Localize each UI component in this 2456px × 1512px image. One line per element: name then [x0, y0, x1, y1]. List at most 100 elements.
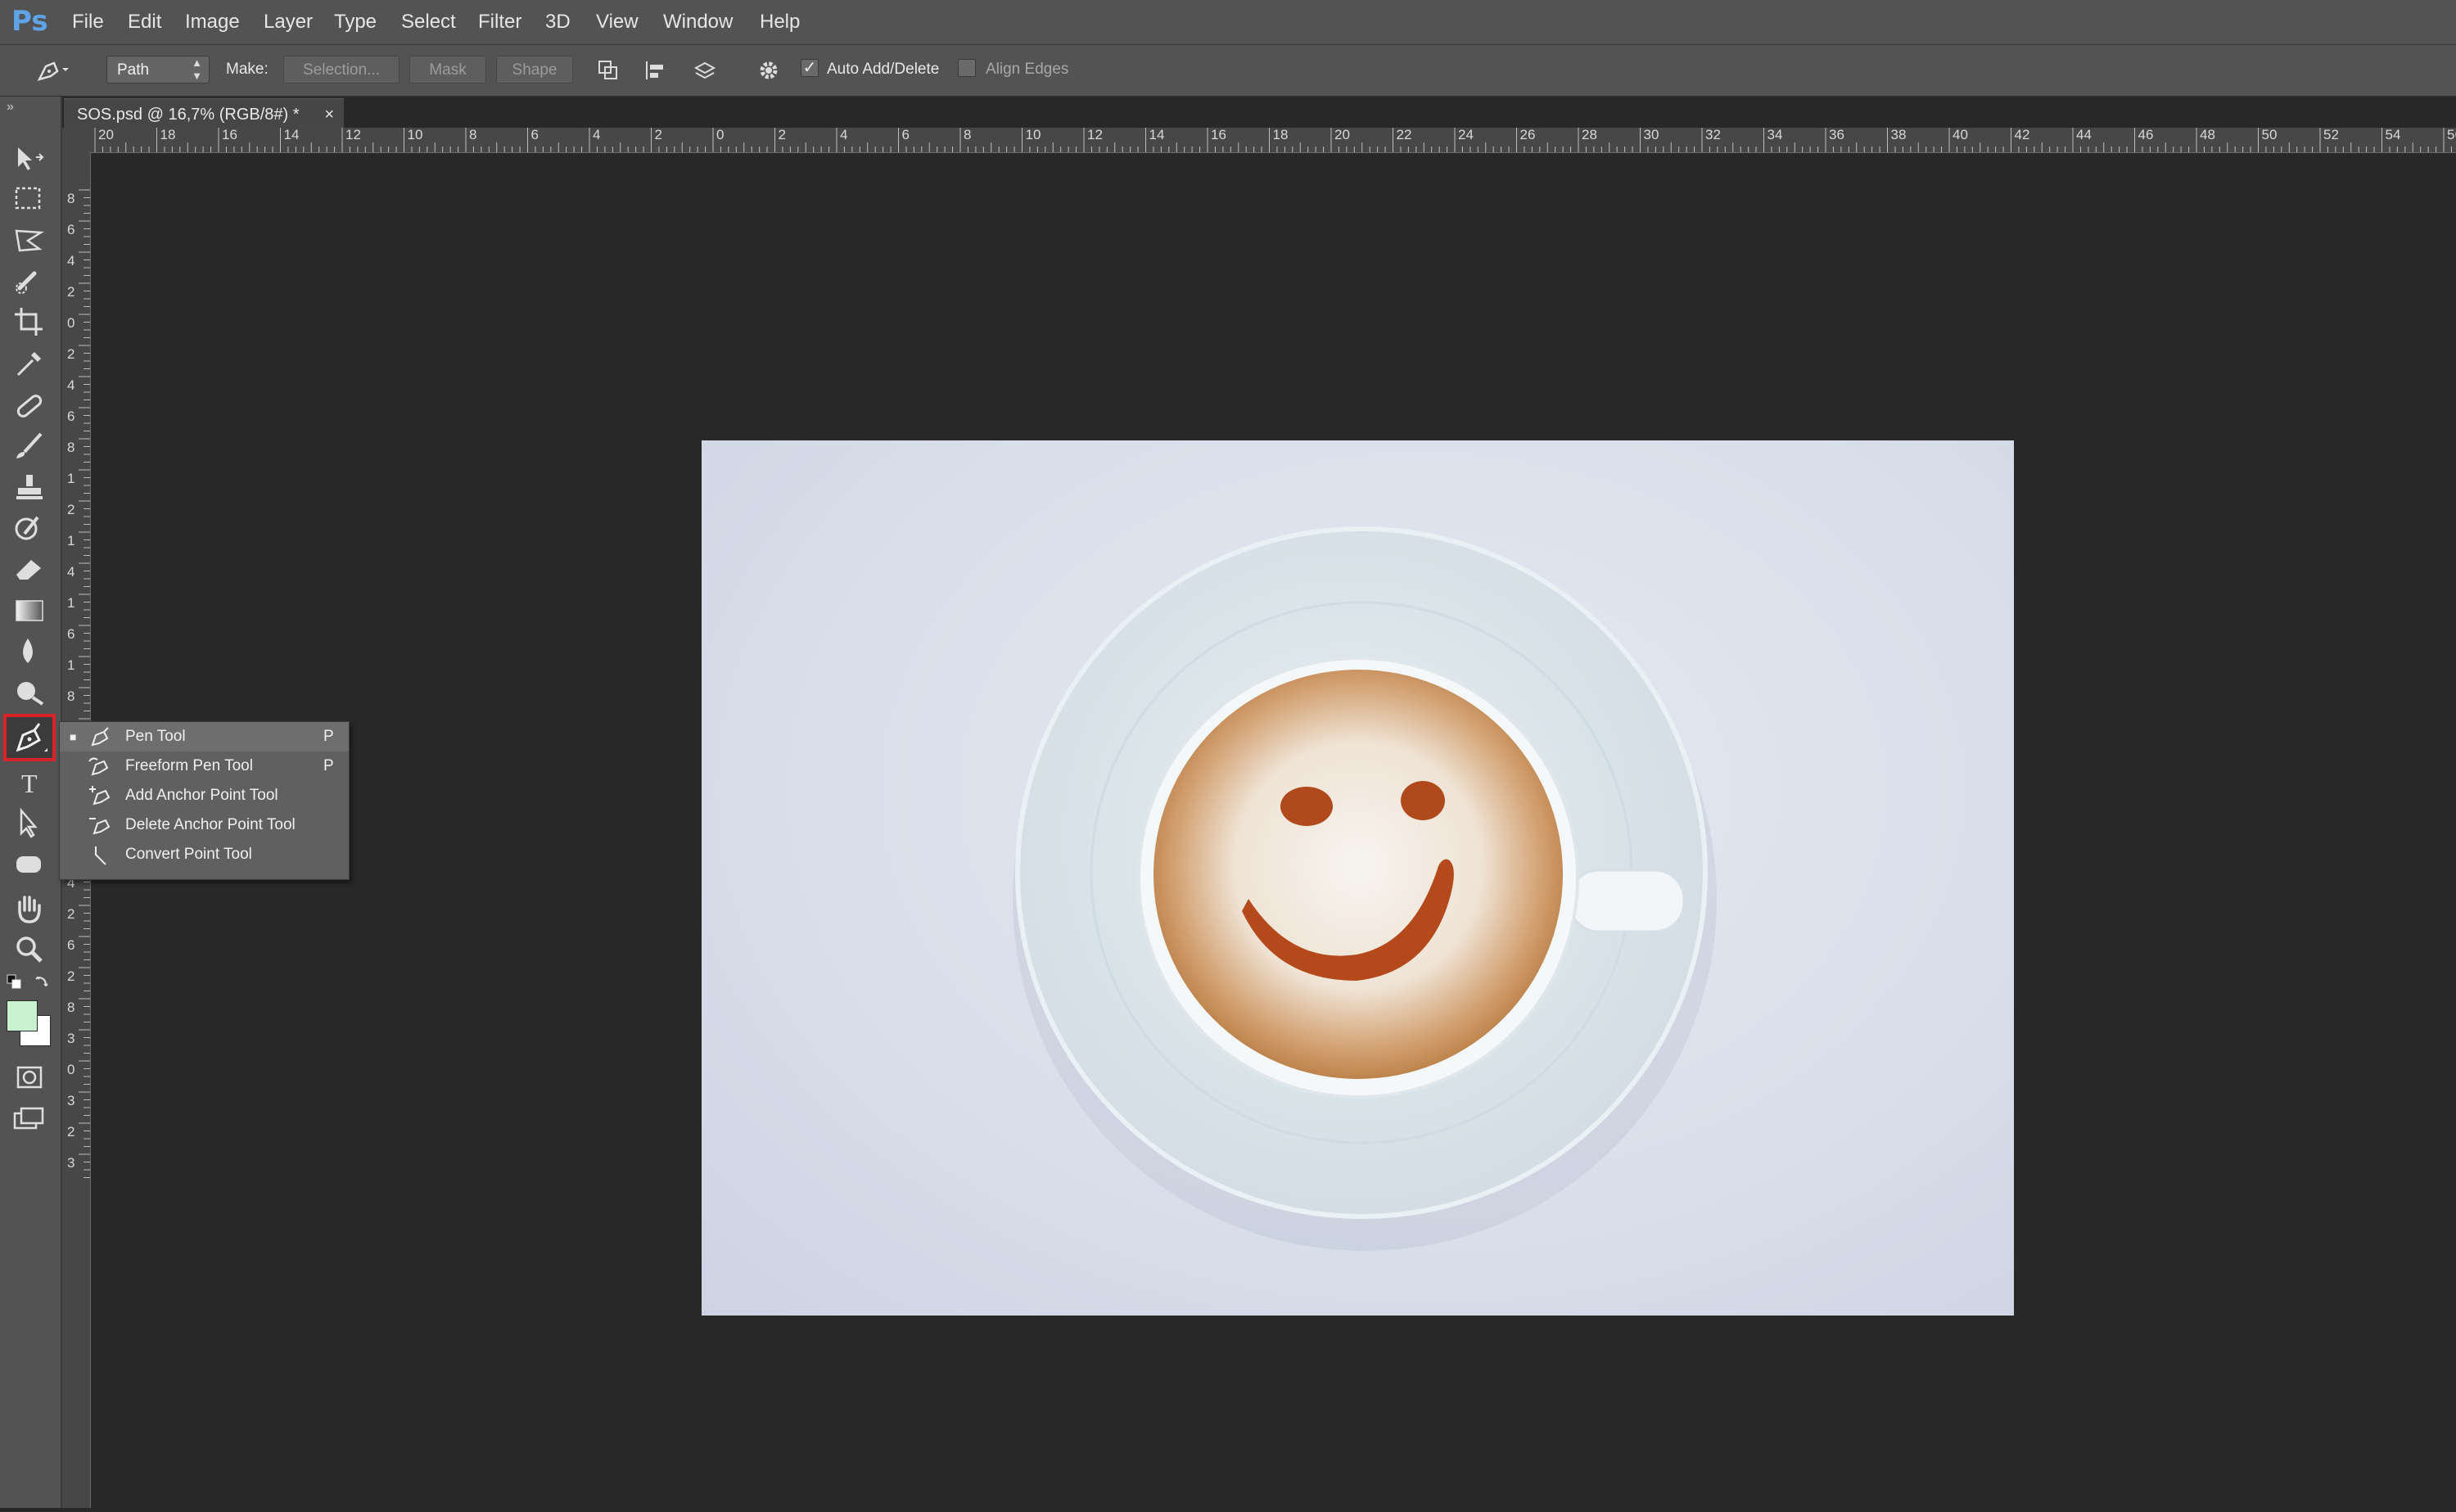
close-tab-icon[interactable]: ×	[324, 99, 334, 130]
tool-preset-pen-icon[interactable]	[33, 55, 69, 84]
hand-tool-icon[interactable]	[10, 891, 49, 927]
ruler-h-label: 2	[655, 128, 662, 142]
menu-window[interactable]: Window	[663, 0, 733, 44]
flyout-item-add-anchor-point-tool[interactable]: Add Anchor Point Tool	[60, 781, 349, 810]
healing-brush-tool-icon[interactable]	[10, 388, 49, 424]
menu-help[interactable]: Help	[760, 0, 800, 44]
flyout-item-delete-anchor-point-tool[interactable]: Delete Anchor Point Tool	[60, 810, 349, 840]
quick-mask-icon[interactable]	[10, 1059, 49, 1095]
ruler-h-label: 38	[1891, 128, 1907, 142]
crop-tool-icon[interactable]	[10, 305, 49, 341]
make-selection-button[interactable]: Selection...	[283, 56, 400, 83]
ruler-v-label: 2	[67, 1124, 74, 1140]
flyout-label: Add Anchor Point Tool	[125, 787, 278, 804]
make-label: Make:	[226, 61, 269, 78]
ruler-v-label: 2	[67, 968, 74, 984]
svg-text:T: T	[21, 769, 38, 798]
eraser-tool-icon[interactable]	[10, 552, 49, 588]
pen-mode-value: Path	[117, 61, 150, 79]
horizontal-ruler-ticks: 20 18 16 14 12 10 8 6 4 2 0 2 4 6 8 10 12 14 16 18 20 22 24 26 2…	[94, 127, 2456, 152]
zoom-tool-icon[interactable]	[10, 932, 49, 968]
flyout-label: Pen Tool	[125, 728, 186, 745]
ruler-h-label: 48	[2200, 128, 2215, 142]
gear-icon[interactable]	[756, 58, 781, 83]
clone-stamp-tool-icon[interactable]	[10, 470, 49, 506]
swap-colors-icon[interactable]	[34, 973, 51, 989]
default-colors-icon[interactable]	[7, 974, 21, 989]
brush-tool-icon[interactable]	[10, 429, 49, 465]
ruler-v-label: 3	[67, 1093, 74, 1108]
path-alignment-icon[interactable]	[643, 58, 668, 83]
pen-mode-select[interactable]: Path ▲ ▼	[106, 56, 210, 83]
collapse-arrows-icon[interactable]: »	[7, 100, 14, 115]
make-shape-button[interactable]: Shape	[496, 56, 573, 83]
move-tool-icon[interactable]	[10, 141, 49, 177]
document-tab[interactable]: SOS.psd @ 16,7% (RGB/8#) * ×	[64, 98, 344, 129]
ruler-h-label: 30	[1644, 128, 1659, 142]
path-arrangement-icon[interactable]	[693, 58, 717, 83]
ruler-v-label: 1	[67, 595, 74, 611]
menu-image[interactable]: Image	[185, 0, 240, 44]
ruler-v-label: 4	[67, 564, 74, 580]
ruler-h-label: 46	[2138, 128, 2154, 142]
menu-edit[interactable]: Edit	[128, 0, 161, 44]
ruler-h-label: 42	[2015, 128, 2030, 142]
ruler-v-label: 0	[67, 1062, 74, 1077]
gradient-tool-icon[interactable]	[10, 593, 49, 629]
menu-3d[interactable]: 3D	[545, 0, 571, 44]
align-edges-checkbox[interactable]	[958, 59, 976, 77]
menu-select[interactable]: Select	[401, 0, 456, 44]
menu-filter[interactable]: Filter	[478, 0, 521, 44]
ruler-h-label: 12	[1087, 128, 1103, 142]
ruler-h-label: 14	[284, 128, 300, 142]
menu-view[interactable]: View	[596, 0, 639, 44]
ruler-h-label: 4	[593, 128, 600, 142]
ruler-h-label: 32	[1705, 128, 1721, 142]
ruler-h-label: 16	[222, 128, 237, 142]
flyout-item-pen-tool[interactable]: ■ Pen Tool P	[60, 722, 349, 751]
ruler-v-label: 3	[67, 1031, 74, 1046]
lasso-tool-icon[interactable]	[10, 223, 49, 259]
flyout-item-convert-point-tool[interactable]: Convert Point Tool	[60, 840, 349, 869]
type-tool-icon[interactable]: T	[10, 765, 49, 801]
marquee-tool-icon[interactable]	[10, 182, 49, 218]
quick-selection-tool-icon[interactable]	[10, 264, 49, 300]
auto-add-delete-label: Auto Add/Delete	[827, 61, 940, 78]
auto-add-delete-checkbox[interactable]: ✓	[801, 59, 819, 77]
path-selection-tool-icon[interactable]	[10, 806, 49, 842]
canvas-image[interactable]	[702, 440, 2014, 1316]
toolbox: » T	[0, 97, 62, 1508]
ruler-h-label: 52	[2323, 128, 2339, 142]
ruler-h-label: 28	[1582, 128, 1597, 142]
menu-layer[interactable]: Layer	[264, 0, 313, 44]
ruler-h-label: 34	[1768, 128, 1783, 142]
pen-tool-flyout-menu: ■ Pen Tool P Freeform Pen Tool P Add Anc…	[59, 721, 350, 880]
pen-tool-icon[interactable]	[3, 714, 56, 761]
ruler-h-label: 44	[2076, 128, 2092, 142]
screen-mode-icon[interactable]	[10, 1104, 49, 1140]
ruler-h-label: 2	[779, 128, 786, 142]
make-mask-button[interactable]: Mask	[409, 56, 486, 83]
menu-type[interactable]: Type	[334, 0, 377, 44]
history-brush-tool-icon[interactable]	[10, 511, 49, 547]
ruler-h-label: 12	[345, 128, 361, 142]
freeform-pen-icon	[88, 755, 112, 778]
ruler-v-label: 1	[67, 471, 74, 486]
select-arrows-icon: ▲ ▼	[192, 56, 202, 82]
blur-tool-icon[interactable]	[10, 634, 49, 670]
ruler-h-label: 6	[902, 128, 910, 142]
path-operations-icon[interactable]	[596, 58, 621, 83]
menu-file[interactable]: File	[72, 0, 104, 44]
ruler-v-label: 2	[67, 906, 74, 922]
ruler-h-label: 22	[1397, 128, 1412, 142]
ruler-v-label: 8	[67, 440, 74, 455]
ruler-h-label: 20	[1334, 128, 1350, 142]
rectangle-tool-icon[interactable]	[10, 846, 49, 882]
ruler-v-label: 6	[67, 408, 74, 424]
eyedropper-tool-icon[interactable]	[10, 345, 49, 381]
ruler-h-label: 20	[98, 128, 114, 142]
foreground-color-swatch[interactable]	[7, 1000, 38, 1031]
flyout-item-freeform-pen-tool[interactable]: Freeform Pen Tool P	[60, 751, 349, 781]
dodge-tool-icon[interactable]	[10, 675, 49, 711]
ruler-h-label: 0	[716, 128, 724, 142]
